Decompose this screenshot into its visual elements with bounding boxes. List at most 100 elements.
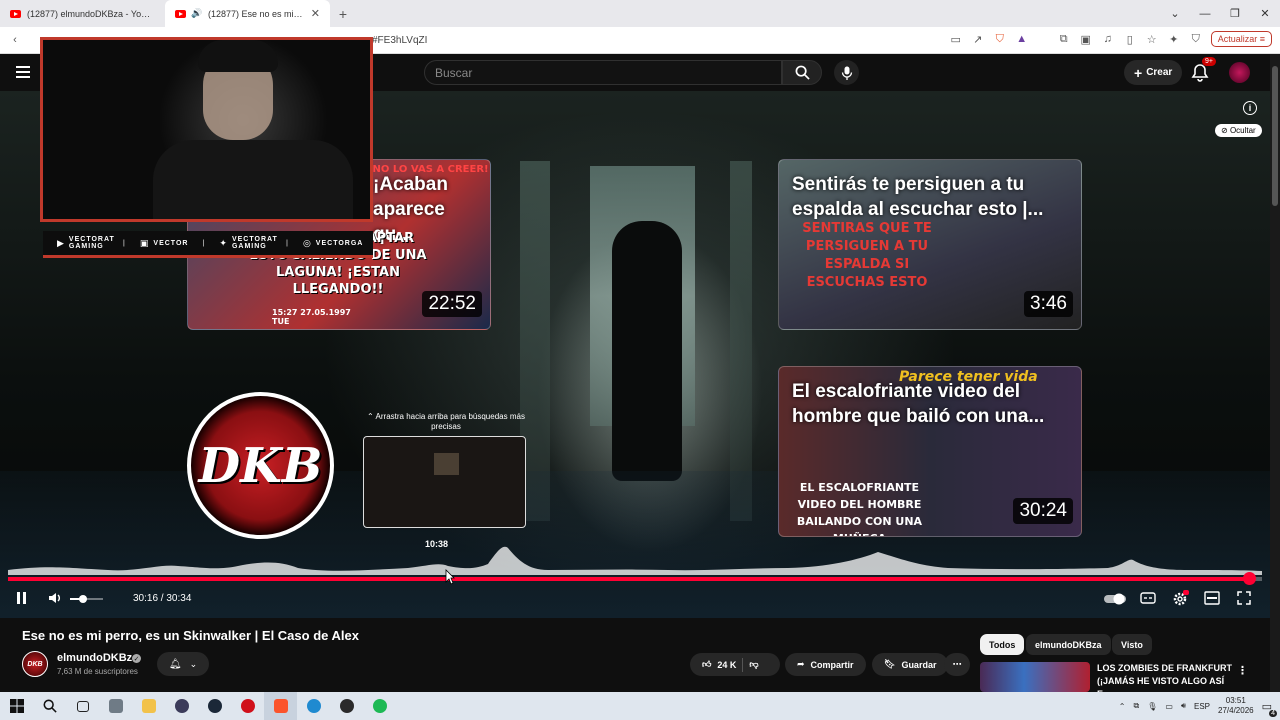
mic-icon[interactable]: 🎙︎ <box>1147 702 1157 711</box>
autoplay-toggle-icon[interactable] <box>1104 593 1126 605</box>
notification-center-icon[interactable]: ▭ 4 <box>1262 700 1277 717</box>
steam-icon[interactable] <box>198 692 231 720</box>
windows-start-icon[interactable] <box>0 692 33 720</box>
channel-avatar[interactable]: DKB <box>22 651 48 677</box>
back-icon[interactable]: ‹ <box>8 33 22 47</box>
bookmarks-icon[interactable]: ☆ <box>1145 32 1159 46</box>
youtube-favicon-icon <box>10 9 21 18</box>
vpn-icon[interactable]: ⛉ <box>1189 32 1203 46</box>
tab-youtube-channel[interactable]: (12877) elmundoDKBza - YouTube <box>0 0 165 27</box>
quality-badge <box>1183 590 1189 595</box>
fullscreen-icon[interactable] <box>1237 591 1251 605</box>
share-page-icon[interactable]: ↗ <box>971 32 985 46</box>
spotify-icon[interactable] <box>363 692 396 720</box>
volume-handle[interactable] <box>79 595 88 603</box>
create-button[interactable]: + Crear <box>1124 60 1183 85</box>
pause-icon[interactable] <box>15 591 29 605</box>
instagram-icon: ◎ <box>302 237 312 248</box>
info-icon[interactable]: i <box>1243 101 1257 115</box>
user-avatar[interactable] <box>1229 62 1250 83</box>
tray-app-icon[interactable]: ⧉ <box>1134 701 1140 711</box>
notification-count: 4 <box>1269 709 1277 717</box>
notifications-bell-icon[interactable] <box>1190 63 1210 83</box>
progress-bar[interactable] <box>8 577 1262 581</box>
share-button[interactable]: ➦ Compartir <box>785 653 866 676</box>
brave-rewards-icon[interactable]: ▲ <box>1015 32 1029 46</box>
like-button[interactable]: 👍︎ 24 K <box>702 659 736 670</box>
voice-search-button[interactable] <box>834 60 859 85</box>
opera-icon[interactable] <box>231 692 264 720</box>
search-input[interactable] <box>425 61 781 84</box>
progress-played <box>8 577 1250 581</box>
restore-icon[interactable]: ❐ <box>1220 0 1250 27</box>
chevron-up-icon[interactable]: ⌃ <box>1119 702 1126 711</box>
speaker-icon[interactable]: 🔊 <box>191 7 202 21</box>
social-instagram: ◎ VECTORGA <box>303 238 363 249</box>
save-button[interactable]: 🔖︎ Guardar <box>872 653 949 676</box>
end-card-title: Sentirás te persiguen a tu espalda al es… <box>792 174 1044 220</box>
bookmark-icon: 🔖︎ <box>884 659 896 669</box>
close-window-icon[interactable]: ✕ <box>1250 0 1280 27</box>
tab-current-video[interactable]: 🔊 (12877) Ese no es mi perro, es un Skin… <box>165 0 330 27</box>
hide-cards-button[interactable]: ⊘ Ocultar <box>1215 124 1262 137</box>
task-view-icon[interactable] <box>66 692 99 720</box>
url-text[interactable]: #FE3hLVqZI <box>372 35 427 46</box>
end-card-title: El escalofriante video del hombre que ba… <box>792 381 1045 427</box>
webcam-shirt <box>153 140 353 219</box>
chip-watched[interactable]: Visto <box>1112 634 1152 655</box>
twitter-icon: ✦ <box>219 237 228 248</box>
network-icon[interactable]: ▭ <box>1165 702 1173 711</box>
new-tab-button[interactable]: + <box>330 0 356 27</box>
scrollbar-thumb[interactable] <box>1272 66 1278 206</box>
seek-preview-thumbnail <box>363 436 526 528</box>
chip-all[interactable]: Todos <box>980 634 1025 655</box>
video-frame-silhouette <box>612 221 682 481</box>
subscriber-count: 7,63 M de suscriptores <box>57 667 138 676</box>
search-icon[interactable] <box>33 692 66 720</box>
minimize-icon[interactable]: — <box>1190 0 1220 27</box>
end-card-caption: SENTIRAS QUE TE PERSIGUEN A TU ESPALDA S… <box>802 221 932 290</box>
clock[interactable]: 03:51 27/4/2026 <box>1218 696 1254 716</box>
tab-groups-icon[interactable]: ▣ <box>1079 32 1093 46</box>
end-card-video[interactable]: Sentirás te persiguen a tu espalda al es… <box>778 159 1082 330</box>
update-button[interactable]: Actualizar ≡ <box>1210 31 1272 47</box>
volume-icon[interactable] <box>48 591 62 605</box>
language-indicator[interactable]: ESP <box>1194 702 1210 711</box>
video-frame-pillar <box>730 161 752 521</box>
thumbs-down-icon[interactable]: 👎︎ <box>749 659 758 670</box>
extensions-icon[interactable]: ⧉ <box>1057 32 1071 46</box>
brave-shield-icon[interactable]: ⛉ <box>993 32 1007 46</box>
channel-name[interactable]: elmundoDKBza <box>57 652 138 664</box>
hamburger-menu-icon[interactable] <box>16 66 30 78</box>
more-actions-button[interactable]: ⋯ <box>944 653 970 676</box>
app-icon[interactable] <box>99 692 132 720</box>
like-count: 24 K <box>717 659 737 670</box>
chip-channel[interactable]: elmundoDKBza <box>1026 634 1111 655</box>
obs-icon[interactable] <box>165 692 198 720</box>
end-card-caption: EL ESCALOFRIANTE VIDEO DEL HOMBRE BAILAN… <box>796 481 923 536</box>
page-scrollbar[interactable] <box>1270 54 1280 692</box>
tab-search-icon[interactable]: ⌄ <box>1160 0 1190 27</box>
file-explorer-icon[interactable] <box>132 692 165 720</box>
subscription-bell-button[interactable]: 🔔︎ ⌄ <box>157 652 209 676</box>
recommendation-thumbnail[interactable] <box>980 662 1090 692</box>
channel-logo-end-card[interactable]: DKB <box>187 392 334 539</box>
end-card-video[interactable]: Parece tener vida El escalofriante video… <box>778 366 1082 537</box>
tab-close-icon[interactable]: ✕ <box>311 7 320 20</box>
install-icon[interactable]: ▭ <box>949 32 963 46</box>
ai-icon[interactable]: ✦ <box>1167 32 1181 46</box>
search-icon <box>795 65 810 80</box>
save-label: Guardar <box>901 659 937 670</box>
share-label: Compartir <box>810 659 854 670</box>
miniplayer-icon[interactable] <box>1204 591 1220 605</box>
subtitles-icon[interactable] <box>1140 591 1156 605</box>
more-options-icon[interactable]: ⋮ <box>1237 664 1248 677</box>
search-button[interactable] <box>782 60 822 85</box>
app-icon[interactable] <box>330 692 363 720</box>
speaker-icon[interactable]: 🔊︎ <box>1181 701 1186 711</box>
brave-icon[interactable] <box>264 692 297 720</box>
sidebar-icon[interactable]: ▯ <box>1123 32 1137 46</box>
clock-date: 27/4/2026 <box>1218 706 1254 715</box>
edge-icon[interactable] <box>297 692 330 720</box>
music-icon[interactable]: ♫ <box>1101 32 1115 46</box>
